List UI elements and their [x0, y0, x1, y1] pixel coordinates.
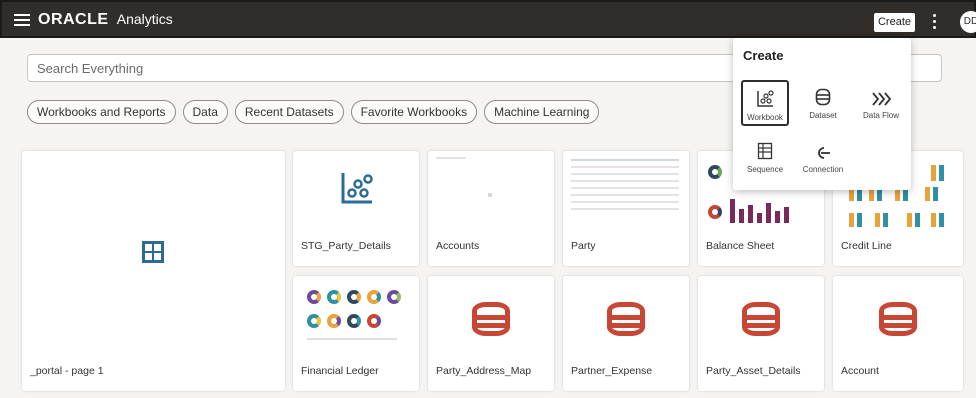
- accounts-thumbnail: [436, 157, 546, 227]
- create-connection-label: Connection: [802, 165, 844, 174]
- hamburger-menu-icon[interactable]: [14, 14, 30, 26]
- card-party[interactable]: Party: [563, 151, 689, 266]
- create-data-flow-label: Data Flow: [862, 111, 899, 120]
- data-flow-icon: [872, 92, 891, 106]
- dataset-icon: [472, 302, 510, 336]
- card-party-address-map[interactable]: Party_Address_Map: [428, 276, 554, 391]
- filter-chip-favorite-workbooks[interactable]: Favorite Workbooks: [350, 100, 478, 124]
- create-sequence-label: Sequence: [746, 165, 784, 174]
- create-dataset-label: Dataset: [809, 111, 837, 120]
- card-label: Financial Ledger: [301, 365, 379, 377]
- card-account[interactable]: Account: [833, 276, 963, 391]
- card-label: Party: [571, 240, 596, 252]
- create-menu-title: Create: [743, 48, 784, 63]
- card-label: Credit Line: [841, 240, 892, 252]
- create-dataset-item[interactable]: Dataset: [799, 80, 847, 126]
- brand[interactable]: ORACLE Analytics: [38, 11, 173, 29]
- card-party-asset-details[interactable]: Party_Asset_Details: [698, 276, 824, 391]
- workbook-icon: [341, 173, 373, 204]
- filter-chip-workbooks-and-reports[interactable]: Workbooks and Reports: [27, 100, 176, 124]
- card-label: STG_Party_Details: [301, 240, 391, 252]
- dataset-icon: [742, 302, 780, 336]
- create-sequence-item[interactable]: Sequence: [741, 134, 789, 180]
- sequence-icon: [757, 142, 773, 160]
- dataset-icon: [607, 302, 645, 336]
- create-workbook-label: Workbook: [747, 113, 783, 122]
- avatar[interactable]: DD: [960, 11, 976, 33]
- oracle-logo: ORACLE: [38, 11, 109, 28]
- card-label: Account: [841, 365, 879, 377]
- workbook-icon: [757, 90, 774, 107]
- card-partner-expense[interactable]: Partner_Expense: [563, 276, 689, 391]
- create-workbook-item[interactable]: Workbook: [741, 80, 789, 126]
- card-stg-party-details[interactable]: STG_Party_Details: [293, 151, 419, 266]
- create-button[interactable]: Create: [874, 13, 915, 32]
- party-table-thumbnail: [571, 159, 679, 215]
- filter-chip-recent-datasets[interactable]: Recent Datasets: [234, 100, 344, 124]
- connection-icon: [818, 147, 830, 159]
- filter-chip-machine-learning[interactable]: Machine Learning: [484, 100, 600, 124]
- filter-chips: Workbooks and Reports Data Recent Datase…: [27, 100, 600, 124]
- filter-chip-data[interactable]: Data: [182, 100, 228, 124]
- card-financial-ledger[interactable]: Financial Ledger: [293, 276, 419, 391]
- create-data-flow-item[interactable]: Data Flow: [857, 80, 905, 126]
- card-label: Party_Asset_Details: [706, 365, 801, 377]
- card-label: Accounts: [436, 240, 480, 252]
- app-name: Analytics: [116, 11, 173, 27]
- dataset-icon: [879, 302, 917, 336]
- card-label: _portal - page 1: [30, 365, 104, 377]
- card-label: Balance Sheet: [706, 240, 775, 252]
- create-connection-item[interactable]: Connection: [799, 134, 847, 180]
- dataset-icon: [815, 88, 831, 106]
- card-accounts[interactable]: Accounts: [428, 151, 554, 266]
- create-menu-popover: Create Workbook Dataset Data Flow Sequen…: [733, 38, 911, 190]
- card-portal[interactable]: _portal - page 1: [22, 151, 285, 391]
- more-options-icon[interactable]: [933, 14, 937, 32]
- card-label: Party_Address_Map: [436, 365, 532, 377]
- top-bar: ORACLE Analytics Create DD: [0, 0, 976, 38]
- financial-ledger-thumbnail: [305, 286, 409, 356]
- portal-grid-icon: [142, 241, 164, 263]
- card-label: Partner_Expense: [571, 365, 653, 377]
